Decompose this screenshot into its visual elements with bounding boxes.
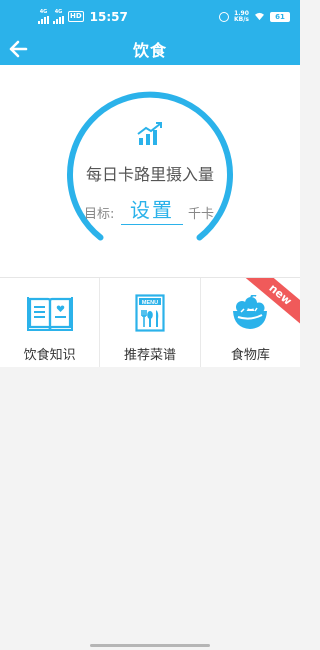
feature-label: 饮食知识 <box>23 348 76 363</box>
page-title: 饮食 <box>132 41 167 60</box>
status-left: 4G 4G HD 15:57 <box>38 9 128 24</box>
food-bowl-icon <box>227 294 273 332</box>
battery-icon: 61 <box>270 11 290 22</box>
feature-food-library[interactable]: 食物库 new <box>199 278 300 367</box>
arrow-left-icon <box>9 40 28 58</box>
status-time: 15:57 <box>89 9 128 24</box>
network-speed: 1.90 KB/s <box>234 10 249 23</box>
alarm-icon <box>219 11 229 22</box>
feature-diet-knowledge[interactable]: 饮食知识 <box>0 278 99 367</box>
bar-chart-icon <box>137 122 162 145</box>
set-goal-button[interactable]: 设置 <box>121 197 183 225</box>
network-type-label: 4G <box>39 9 48 15</box>
feature-label: 食物库 <box>230 348 270 363</box>
signal-bars-icon <box>38 16 49 24</box>
calorie-unit: 千卡 <box>188 207 215 222</box>
menu-icon-text: MENU <box>142 300 158 306</box>
book-icon <box>26 294 73 332</box>
calorie-card: 每日卡路里摄入量 目标: 设置 千卡 <box>0 65 300 277</box>
nav-bar: 饮食 <box>0 33 300 65</box>
goal-label: 目标: <box>84 207 115 222</box>
feature-label: 推荐菜谱 <box>123 348 176 363</box>
hd-badge: HD <box>68 11 84 22</box>
status-bar: 4G 4G HD 15:57 1.90 KB/s 61 <box>0 0 300 33</box>
back-button[interactable] <box>6 38 30 60</box>
home-indicator[interactable] <box>90 644 210 647</box>
feature-recommended-recipes[interactable]: MENU 推荐菜谱 <box>99 278 199 367</box>
signal-indicator-1: 4G <box>38 9 49 24</box>
calorie-title: 每日卡路里摄入量 <box>85 165 214 184</box>
feature-grid: 饮食知识 MENU 推荐菜谱 食物库 new <box>0 278 300 367</box>
signal-bars-icon <box>53 16 64 24</box>
menu-icon: MENU <box>127 294 173 332</box>
signal-indicator-2: 4G <box>53 9 64 24</box>
wifi-icon <box>255 12 264 21</box>
status-right: 1.90 KB/s 61 <box>219 10 290 23</box>
network-type-label: 4G <box>54 9 63 15</box>
speed-unit: KB/s <box>234 15 249 23</box>
